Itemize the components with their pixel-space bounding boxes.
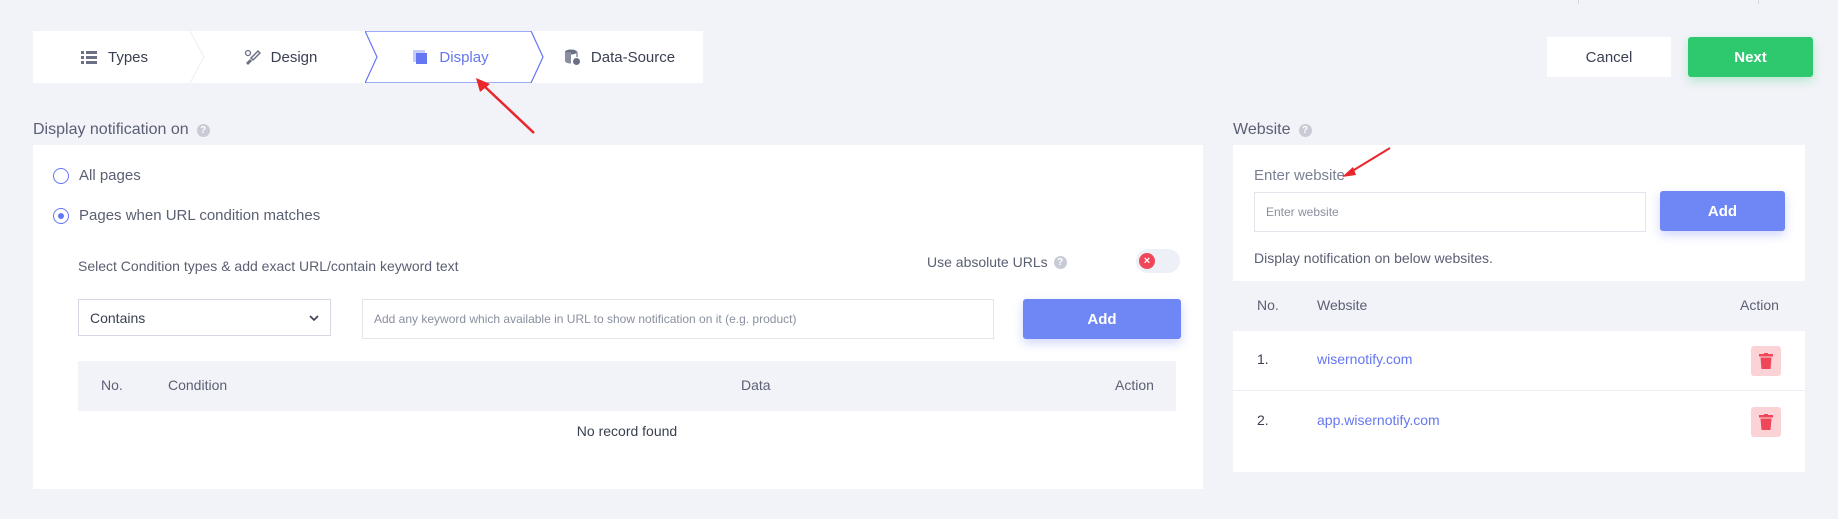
help-icon[interactable]: ?	[1053, 255, 1067, 269]
help-icon[interactable]: ?	[1298, 123, 1312, 137]
col-action: Action	[1740, 297, 1779, 313]
website-input[interactable]	[1254, 192, 1646, 232]
table-row: 1. wisernotify.com	[1233, 331, 1805, 391]
radio-url-condition[interactable]	[53, 207, 69, 224]
websites-list-label: Display notification on below websites.	[1254, 250, 1493, 266]
col-website: Website	[1317, 297, 1368, 313]
annotation-arrow	[476, 78, 535, 134]
option-all-pages[interactable]: All pages	[53, 167, 141, 184]
col-no: No.	[101, 377, 123, 393]
trash-icon	[1759, 414, 1773, 430]
condition-instruction: Select Condition types & add exact URL/c…	[78, 258, 459, 274]
row-number: 1.	[1257, 351, 1269, 367]
step-design[interactable]: Design	[195, 31, 365, 83]
option-url-condition[interactable]: Pages when URL condition matches	[53, 207, 320, 224]
help-icon[interactable]: ?	[196, 123, 210, 137]
step-types-label: Types	[107, 48, 149, 66]
step-display[interactable]: Display	[365, 31, 535, 83]
websites-table-header: No. Website Action	[1233, 281, 1805, 331]
empty-state: No record found	[576, 423, 678, 439]
website-link[interactable]: app.wisernotify.com	[1317, 412, 1440, 428]
absolute-urls-label: Use absolute URLs ?	[927, 254, 1067, 270]
wizard-stepper: Types Design Display Data-Source	[33, 31, 703, 83]
option-all-pages-label: All pages	[79, 167, 141, 184]
database-icon	[564, 49, 580, 65]
chevron-down-icon	[309, 315, 319, 322]
display-icon	[413, 50, 428, 64]
enter-website-label: Enter website	[1254, 167, 1345, 184]
radio-all-pages[interactable]	[53, 167, 69, 184]
col-action: Action	[1115, 377, 1154, 393]
absolute-urls-toggle[interactable]: ×	[1136, 249, 1180, 273]
col-data: Data	[741, 377, 771, 393]
add-website-button[interactable]: Add	[1660, 191, 1785, 231]
condition-type-select[interactable]: Contains	[78, 299, 331, 336]
website-card: Enter website Add Display notification o…	[1233, 145, 1805, 472]
keyword-input[interactable]	[362, 299, 994, 339]
display-section-title: Display notification on ?	[33, 121, 210, 139]
table-row: 2. app.wisernotify.com	[1233, 392, 1805, 452]
step-data-source[interactable]: Data-Source	[535, 31, 703, 83]
website-link[interactable]: wisernotify.com	[1317, 351, 1412, 367]
step-display-label: Display	[439, 48, 489, 66]
annotation-arrow	[1342, 147, 1391, 177]
next-button[interactable]: Next	[1688, 37, 1813, 77]
add-condition-button[interactable]: Add	[1023, 299, 1181, 339]
conditions-table-header: No. Condition Data Action	[78, 361, 1176, 411]
step-types[interactable]: Types	[33, 31, 195, 83]
brush-icon	[244, 49, 261, 65]
trash-icon	[1759, 353, 1773, 369]
row-number: 2.	[1257, 412, 1269, 428]
display-card: All pages Pages when URL condition match…	[33, 145, 1203, 489]
list-icon	[80, 51, 97, 64]
close-icon: ×	[1139, 253, 1155, 269]
cancel-button[interactable]: Cancel	[1547, 37, 1671, 77]
col-no: No.	[1257, 297, 1279, 313]
step-design-label: Design	[270, 48, 318, 66]
step-data-source-label: Data-Source	[590, 48, 676, 66]
website-section-title: Website ?	[1233, 121, 1312, 139]
option-url-condition-label: Pages when URL condition matches	[79, 207, 321, 224]
delete-button[interactable]	[1751, 346, 1781, 376]
delete-button[interactable]	[1751, 407, 1781, 437]
col-condition: Condition	[168, 377, 228, 393]
